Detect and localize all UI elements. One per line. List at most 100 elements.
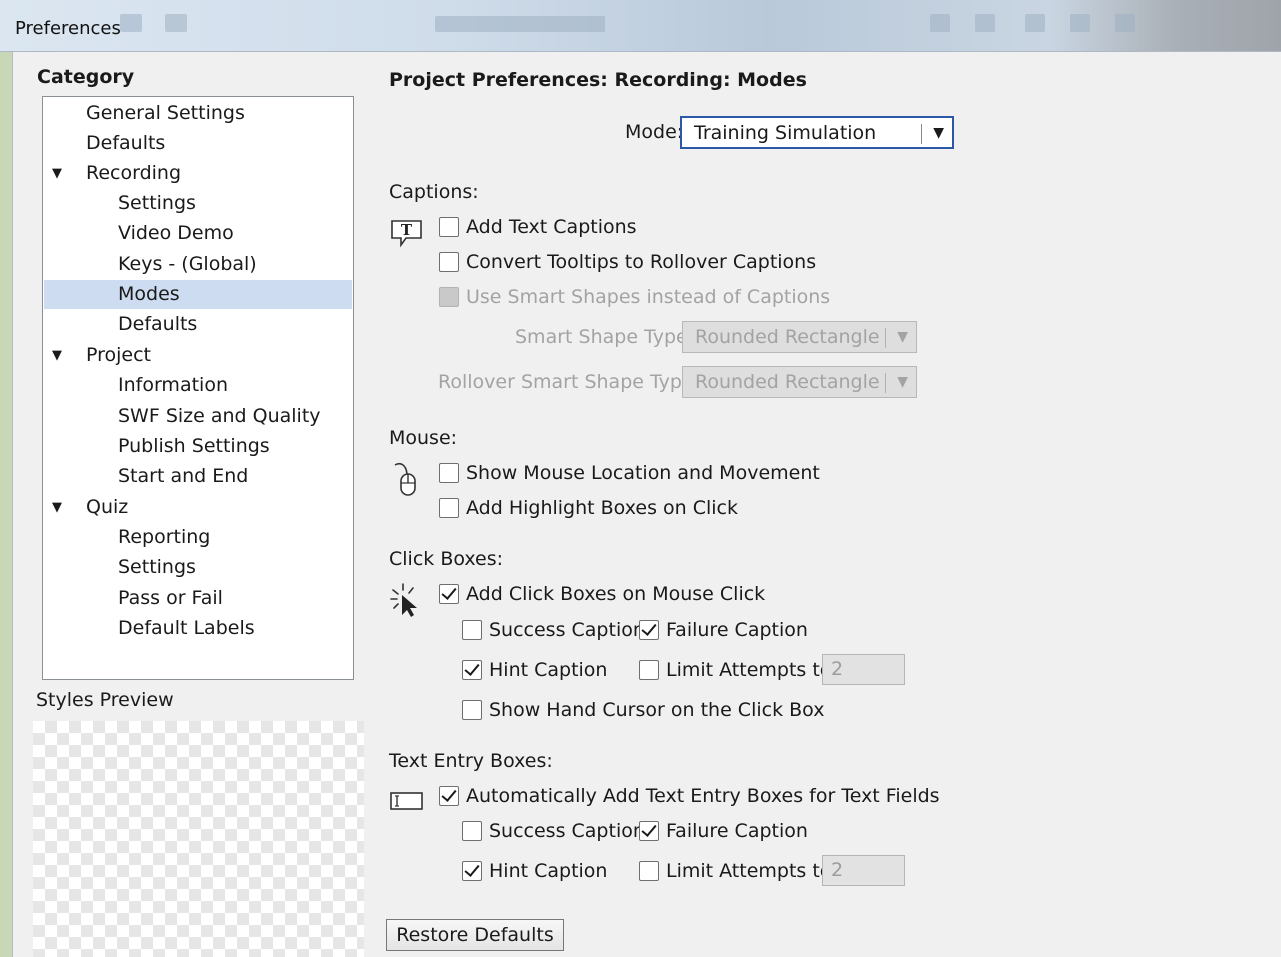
tree-item-label: Modes	[118, 283, 180, 305]
tree-item-label: Settings	[118, 556, 196, 578]
styles-preview-label: Styles Preview	[36, 689, 174, 711]
tree-item-label: Recording	[86, 162, 182, 184]
tree-item-label: Video Demo	[118, 222, 234, 244]
add-text-captions-label: Add Text Captions	[466, 216, 637, 238]
tree-item-label: SWF Size and Quality	[118, 405, 321, 427]
mouse-icon	[394, 462, 416, 496]
tree-item-label: Start and End	[118, 465, 249, 487]
background-window-ghost	[0, 0, 1281, 52]
tree-item-label: Default Labels	[118, 617, 255, 639]
mouse-header: Mouse:	[389, 427, 458, 449]
tree-item-label: Reporting	[118, 526, 211, 548]
text-limit-attempts-value: 2	[831, 859, 844, 881]
smart-shape-type-value: Rounded Rectangle	[695, 326, 880, 348]
auto-add-text-entry-label: Automatically Add Text Entry Boxes for T…	[466, 785, 940, 807]
tree-item-pass-or-fail[interactable]: Pass or Fail	[44, 584, 352, 613]
tree-item-label: Defaults	[118, 313, 198, 335]
category-tree[interactable]: General Settings Defaults ▼ Recording Se…	[42, 96, 354, 680]
text-caption-icon: T	[391, 220, 422, 248]
captions-header: Captions:	[389, 181, 479, 203]
window-title: Preferences	[15, 18, 121, 39]
use-smart-shapes-label: Use Smart Shapes instead of Captions	[466, 286, 831, 308]
add-highlight-boxes-checkbox[interactable]	[439, 498, 459, 518]
show-mouse-location-label: Show Mouse Location and Movement	[466, 462, 820, 484]
restore-defaults-button[interactable]: Restore Defaults	[386, 919, 564, 951]
text-limit-attempts-checkbox[interactable]	[639, 861, 659, 881]
click-failure-caption-checkbox[interactable]	[639, 620, 659, 640]
tree-item-default-labels[interactable]: Default Labels	[44, 614, 352, 643]
add-text-captions-checkbox[interactable]	[439, 217, 459, 237]
text-hint-caption-checkbox[interactable]	[462, 861, 482, 881]
tree-item-quiz-settings[interactable]: Settings	[44, 553, 352, 582]
expand-arrow-icon[interactable]: ▼	[52, 493, 62, 522]
tree-item-label: General Settings	[86, 102, 245, 124]
convert-tooltips-checkbox[interactable]	[439, 252, 459, 272]
mode-select[interactable]: Training Simulation ▼	[680, 116, 954, 149]
styles-preview-canvas	[33, 721, 364, 957]
show-hand-cursor-label: Show Hand Cursor on the Click Box	[489, 699, 825, 721]
select-separator	[885, 373, 886, 393]
convert-tooltips-label: Convert Tooltips to Rollover Captions	[466, 251, 817, 273]
tree-item-recording[interactable]: ▼ Recording	[44, 159, 352, 188]
tree-item-project[interactable]: ▼ Project	[44, 341, 352, 370]
tree-item-general-settings[interactable]: General Settings	[44, 99, 352, 128]
expand-arrow-icon[interactable]: ▼	[52, 159, 62, 188]
tree-item-recording-defaults[interactable]: Defaults	[44, 310, 352, 339]
dropdown-arrow-icon[interactable]: ▼	[897, 371, 908, 393]
click-burst-icon	[390, 583, 417, 617]
tree-item-label: Settings	[118, 192, 196, 214]
click-limit-attempts-input[interactable]: 2	[822, 654, 905, 685]
rollover-smart-shape-type-value: Rounded Rectangle	[695, 371, 880, 393]
text-success-caption-label: Success Caption	[489, 820, 645, 842]
tree-item-defaults[interactable]: Defaults	[44, 129, 352, 158]
show-mouse-location-checkbox[interactable]	[439, 463, 459, 483]
select-separator	[885, 328, 886, 348]
smart-shape-type-select[interactable]: Rounded Rectangle ▼	[682, 321, 917, 353]
tree-item-information[interactable]: Information	[44, 371, 352, 400]
click-boxes-header: Click Boxes:	[389, 548, 504, 570]
click-limit-attempts-value: 2	[831, 658, 844, 680]
dropdown-arrow-icon[interactable]: ▼	[897, 326, 908, 348]
tree-item-label: Keys - (Global)	[118, 253, 257, 275]
text-failure-caption-label: Failure Caption	[666, 820, 808, 842]
select-separator	[921, 124, 922, 144]
tree-item-label: Information	[118, 374, 228, 396]
show-hand-cursor-checkbox[interactable]	[462, 700, 482, 720]
add-click-boxes-checkbox[interactable]	[439, 584, 459, 604]
text-entry-box-icon	[390, 792, 423, 810]
use-smart-shapes-checkbox[interactable]	[439, 287, 459, 307]
text-limit-attempts-label: Limit Attempts to	[666, 860, 832, 882]
text-limit-attempts-input[interactable]: 2	[822, 855, 905, 886]
text-hint-caption-label: Hint Caption	[489, 860, 608, 882]
page-title: Project Preferences: Recording: Modes	[389, 69, 807, 91]
click-success-caption-checkbox[interactable]	[462, 620, 482, 640]
tree-item-keys-global[interactable]: Keys - (Global)	[44, 250, 352, 279]
tree-item-video-demo[interactable]: Video Demo	[44, 219, 352, 248]
svg-text:T: T	[401, 221, 413, 239]
tree-item-label: Quiz	[86, 496, 129, 518]
click-limit-attempts-label: Limit Attempts to	[666, 659, 832, 681]
tree-item-swf-size-quality[interactable]: SWF Size and Quality	[44, 402, 352, 431]
click-limit-attempts-checkbox[interactable]	[639, 660, 659, 680]
tree-item-publish-settings[interactable]: Publish Settings	[44, 432, 352, 461]
add-click-boxes-label: Add Click Boxes on Mouse Click	[466, 583, 766, 605]
click-failure-caption-label: Failure Caption	[666, 619, 808, 641]
tree-item-quiz[interactable]: ▼ Quiz	[44, 493, 352, 522]
tree-item-start-and-end[interactable]: Start and End	[44, 462, 352, 491]
mode-label: Mode:	[625, 121, 684, 143]
category-header: Category	[37, 66, 135, 88]
expand-arrow-icon[interactable]: ▼	[52, 341, 62, 370]
rollover-smart-shape-type-select[interactable]: Rounded Rectangle ▼	[682, 366, 917, 398]
click-hint-caption-label: Hint Caption	[489, 659, 608, 681]
tree-item-modes[interactable]: Modes	[44, 280, 352, 309]
text-entry-header: Text Entry Boxes:	[389, 750, 553, 772]
tree-item-reporting[interactable]: Reporting	[44, 523, 352, 552]
text-success-caption-checkbox[interactable]	[462, 821, 482, 841]
text-failure-caption-checkbox[interactable]	[639, 821, 659, 841]
dropdown-arrow-icon[interactable]: ▼	[933, 122, 944, 144]
tree-item-recording-settings[interactable]: Settings	[44, 189, 352, 218]
auto-add-text-entry-checkbox[interactable]	[439, 786, 459, 806]
click-hint-caption-checkbox[interactable]	[462, 660, 482, 680]
tree-item-label: Publish Settings	[118, 435, 270, 457]
tree-item-label: Pass or Fail	[118, 587, 223, 609]
